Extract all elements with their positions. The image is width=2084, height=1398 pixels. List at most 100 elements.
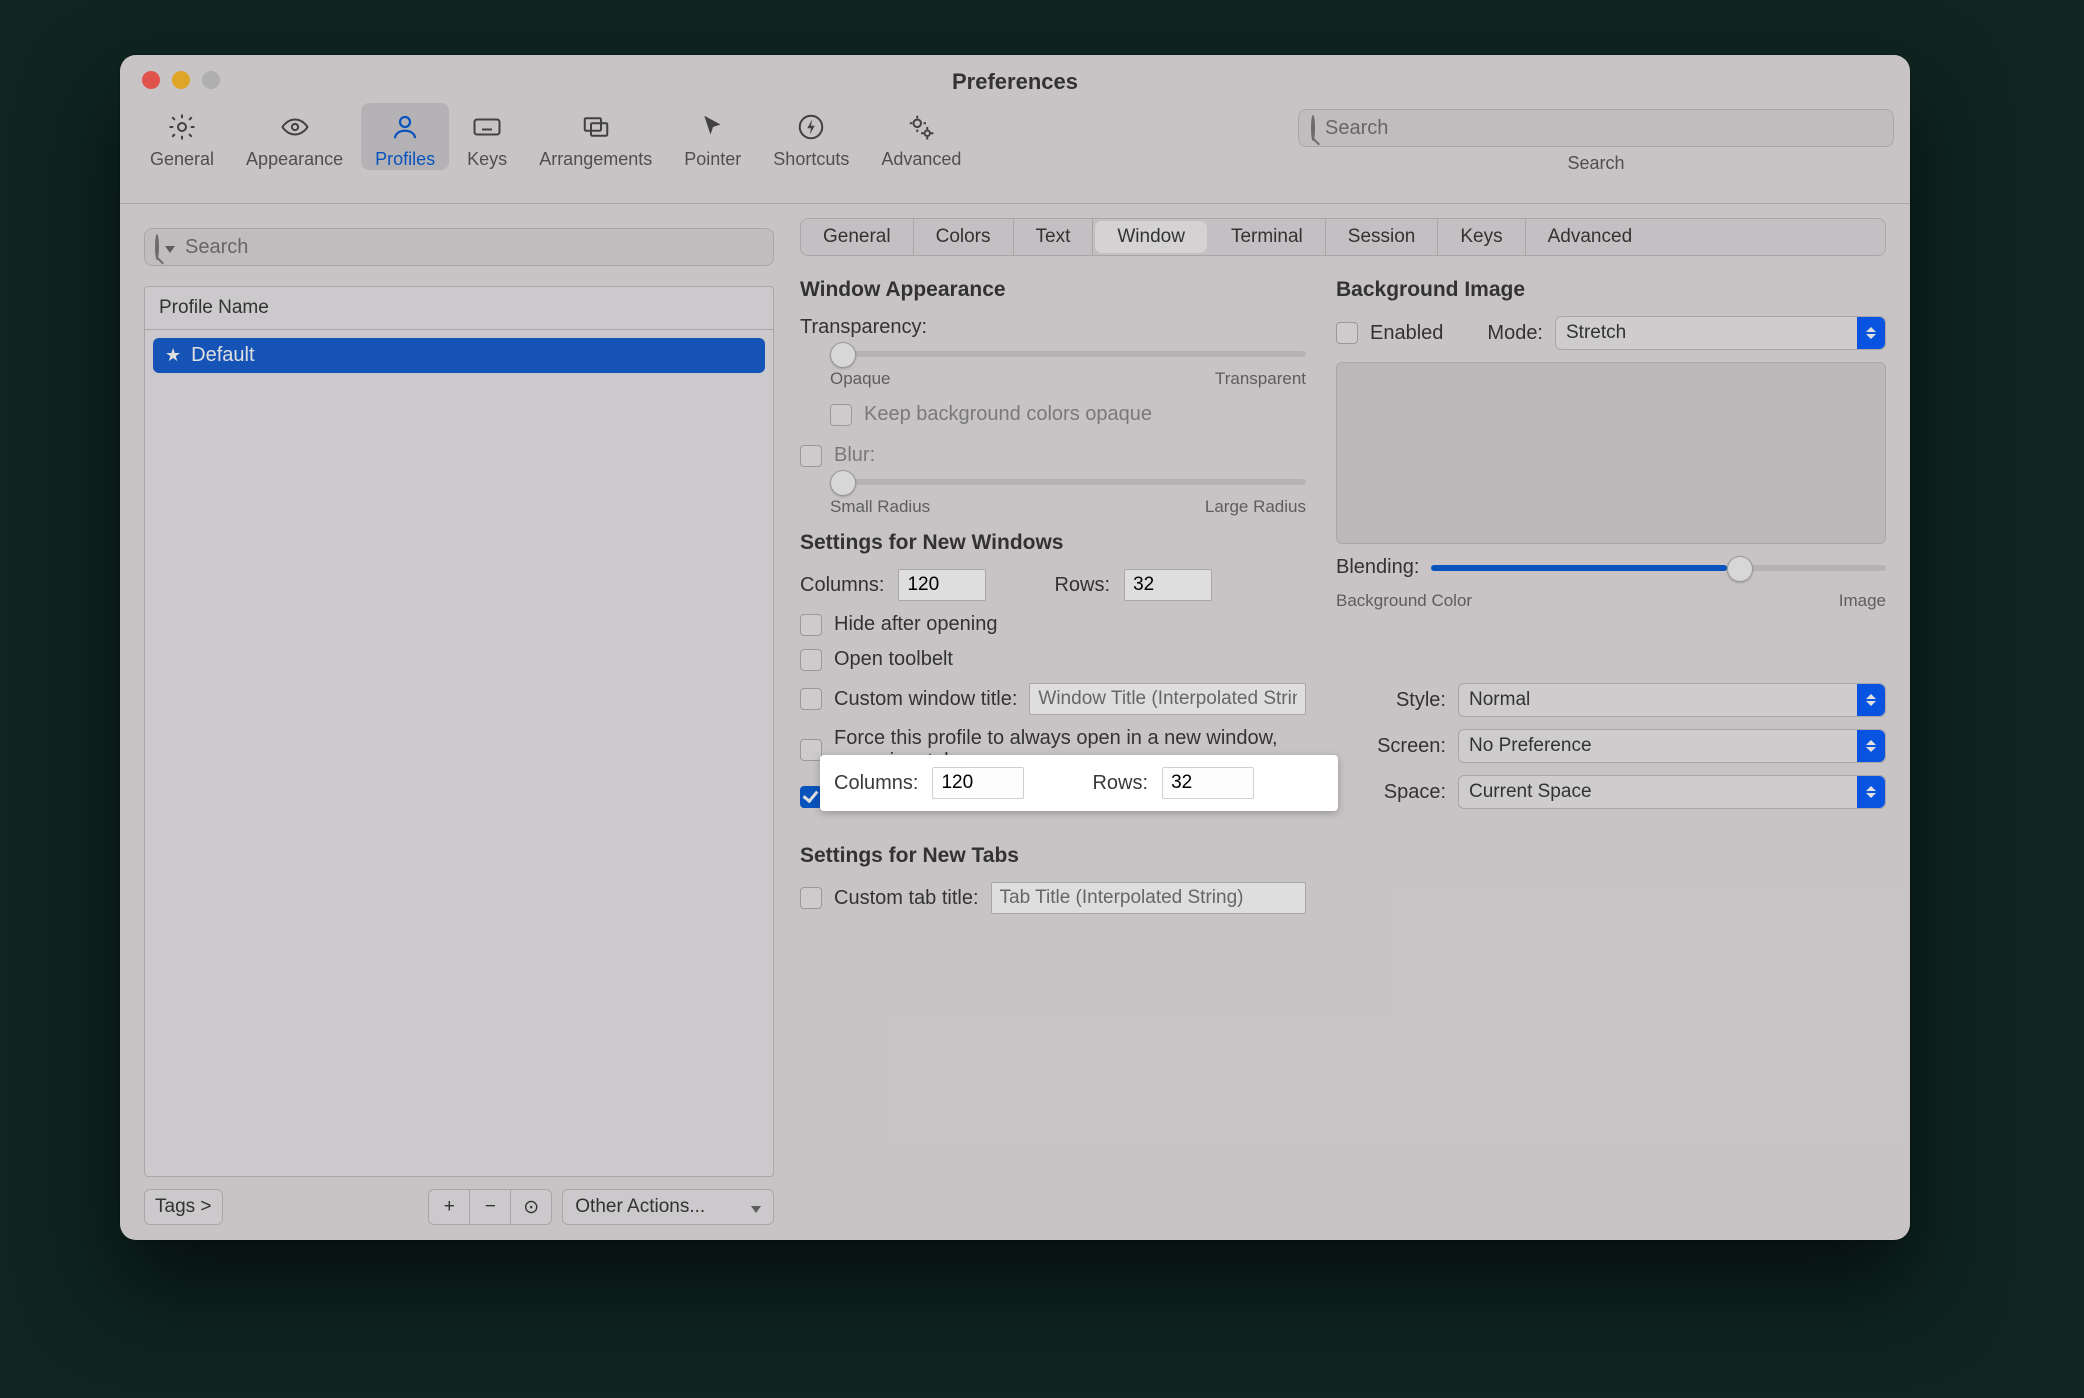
columns-input-hl[interactable] bbox=[932, 767, 1024, 799]
rows-input-hl[interactable] bbox=[1162, 767, 1254, 799]
chevron-down-icon bbox=[165, 246, 175, 253]
custom-tab-title-checkbox[interactable] bbox=[800, 887, 822, 909]
tab-session[interactable]: Session bbox=[1326, 219, 1439, 255]
bg-mode-popup[interactable]: Stretch bbox=[1555, 316, 1886, 350]
rows-label: Rows: bbox=[1054, 574, 1110, 597]
custom-window-title-label: Custom window title: bbox=[834, 688, 1017, 711]
blending-max-label: Image bbox=[1839, 591, 1886, 611]
toolbar-search: Search bbox=[1298, 103, 1894, 174]
add-remove-more-segment: + − ⊙ bbox=[428, 1189, 552, 1225]
profile-item-default[interactable]: ★ Default bbox=[153, 338, 765, 373]
section-window-appearance: Window Appearance bbox=[800, 278, 1306, 302]
keep-bg-opaque-label: Keep background colors opaque bbox=[864, 403, 1152, 426]
style-popup[interactable]: Normal bbox=[1458, 683, 1886, 717]
toolbar-item-appearance[interactable]: Appearance bbox=[232, 103, 357, 170]
space-label: Space: bbox=[1336, 781, 1446, 804]
profile-list: Profile Name ★ Default bbox=[144, 286, 774, 1177]
rows-label-hl: Rows: bbox=[1092, 772, 1148, 795]
toolbar-item-general[interactable]: General bbox=[136, 103, 228, 170]
add-profile-button[interactable]: + bbox=[428, 1189, 469, 1225]
custom-tab-title-input[interactable] bbox=[991, 882, 1306, 914]
toolbar-search-label: Search bbox=[1567, 153, 1624, 174]
bolt-icon bbox=[796, 107, 826, 147]
gears-icon bbox=[906, 107, 936, 147]
blur-min-label: Small Radius bbox=[830, 497, 930, 517]
transparency-slider[interactable] bbox=[830, 351, 1306, 357]
profile-item-label: Default bbox=[191, 344, 254, 367]
hide-after-opening-checkbox[interactable] bbox=[800, 614, 822, 636]
tab-general[interactable]: General bbox=[801, 219, 914, 255]
hide-after-opening-label: Hide after opening bbox=[834, 613, 997, 636]
toolbar-item-pointer[interactable]: Pointer bbox=[670, 103, 755, 170]
custom-tab-title-label: Custom tab title: bbox=[834, 887, 979, 910]
popup-arrows-icon bbox=[1857, 776, 1885, 808]
cursor-icon bbox=[698, 107, 728, 147]
toolbar: General Appearance Profiles Keys Arrange… bbox=[120, 103, 1910, 204]
space-popup[interactable]: Current Space bbox=[1458, 775, 1886, 809]
tab-window[interactable]: Window bbox=[1095, 221, 1207, 253]
preferences-window: Preferences General Appearance Profiles … bbox=[120, 55, 1910, 1240]
chevron-down-icon bbox=[751, 1206, 761, 1213]
bg-enabled-checkbox[interactable] bbox=[1336, 322, 1358, 344]
blur-checkbox[interactable] bbox=[800, 445, 822, 467]
section-new-tabs: Settings for New Tabs bbox=[800, 844, 1306, 868]
minimize-window-button[interactable] bbox=[172, 71, 190, 89]
open-toolbelt-checkbox[interactable] bbox=[800, 649, 822, 671]
window-controls bbox=[142, 71, 220, 89]
tab-keys[interactable]: Keys bbox=[1438, 219, 1525, 255]
custom-window-title-input[interactable] bbox=[1029, 683, 1306, 715]
person-icon bbox=[390, 107, 420, 147]
toolbar-item-arrangements[interactable]: Arrangements bbox=[525, 103, 666, 170]
toolbar-item-profiles[interactable]: Profiles bbox=[361, 103, 449, 170]
blending-slider[interactable] bbox=[1431, 565, 1886, 571]
custom-window-title-checkbox[interactable] bbox=[800, 688, 822, 710]
gear-icon bbox=[167, 107, 197, 147]
tab-text[interactable]: Text bbox=[1014, 219, 1094, 255]
tab-terminal[interactable]: Terminal bbox=[1209, 219, 1326, 255]
use-transparency-checkbox[interactable] bbox=[800, 786, 822, 808]
remove-profile-button[interactable]: − bbox=[469, 1189, 510, 1225]
toolbar-item-advanced[interactable]: Advanced bbox=[867, 103, 975, 170]
blending-min-label: Background Color bbox=[1336, 591, 1472, 611]
screen-label: Screen: bbox=[1336, 735, 1446, 758]
tab-colors[interactable]: Colors bbox=[914, 219, 1014, 255]
toolbar-search-field[interactable] bbox=[1298, 109, 1894, 147]
keyboard-icon bbox=[472, 107, 502, 147]
popup-arrows-icon bbox=[1857, 317, 1885, 349]
profile-search-input[interactable] bbox=[183, 235, 763, 260]
style-label: Style: bbox=[1336, 689, 1446, 712]
popup-arrows-icon bbox=[1857, 684, 1885, 716]
highlight-columns-rows: Columns: Rows: bbox=[820, 755, 1338, 811]
transparency-label: Transparency: bbox=[800, 316, 927, 339]
section-background-image: Background Image bbox=[1336, 278, 1886, 302]
more-profile-button[interactable]: ⊙ bbox=[510, 1189, 552, 1225]
columns-input[interactable] bbox=[898, 569, 986, 601]
title-bar: Preferences bbox=[120, 55, 1910, 103]
profile-search-field[interactable] bbox=[144, 228, 774, 266]
rows-input[interactable] bbox=[1124, 569, 1212, 601]
windows-icon bbox=[581, 107, 611, 147]
toolbar-search-input[interactable] bbox=[1323, 116, 1881, 141]
toolbar-item-keys[interactable]: Keys bbox=[453, 103, 521, 170]
tags-button[interactable]: Tags > bbox=[144, 1189, 223, 1225]
bg-image-well[interactable] bbox=[1336, 362, 1886, 544]
open-toolbelt-label: Open toolbelt bbox=[834, 648, 953, 671]
toolbar-item-shortcuts[interactable]: Shortcuts bbox=[759, 103, 863, 170]
eye-icon bbox=[280, 107, 310, 147]
transparency-max-label: Transparent bbox=[1215, 369, 1306, 389]
zoom-window-button[interactable] bbox=[202, 71, 220, 89]
profile-tabs: General Colors Text Window Terminal Sess… bbox=[800, 218, 1886, 256]
profile-list-header: Profile Name bbox=[145, 287, 773, 330]
transparency-min-label: Opaque bbox=[830, 369, 891, 389]
search-icon bbox=[1311, 117, 1315, 140]
star-icon: ★ bbox=[165, 345, 181, 366]
screen-popup[interactable]: No Preference bbox=[1458, 729, 1886, 763]
tab-advanced[interactable]: Advanced bbox=[1526, 219, 1655, 255]
keep-bg-opaque-checkbox bbox=[830, 404, 852, 426]
bg-enabled-label: Enabled bbox=[1370, 322, 1443, 345]
section-new-windows: Settings for New Windows bbox=[800, 531, 1306, 555]
force-new-window-checkbox[interactable] bbox=[800, 739, 822, 761]
other-actions-popup[interactable]: Other Actions... bbox=[562, 1189, 774, 1225]
close-window-button[interactable] bbox=[142, 71, 160, 89]
profiles-sidebar: Profile Name ★ Default Tags > + − ⊙ Ot bbox=[120, 204, 790, 1240]
